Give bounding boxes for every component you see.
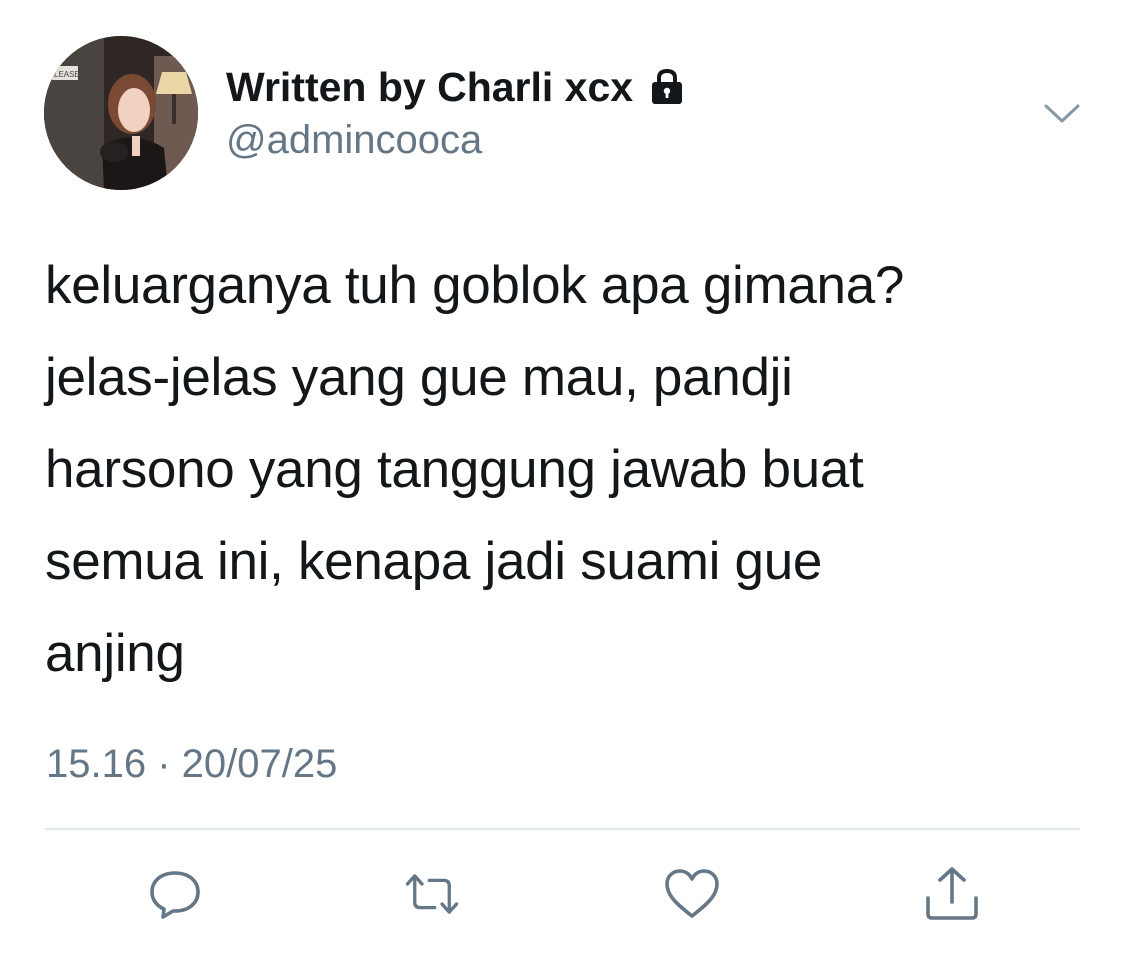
reply-button[interactable]: [145, 864, 205, 924]
like-button[interactable]: [662, 864, 722, 924]
timestamp[interactable]: 15.16 · 20/07/25: [46, 742, 337, 787]
author-name-row: Written by Charli xcx: [226, 62, 687, 112]
display-name[interactable]: Written by Charli xcx: [226, 64, 633, 111]
avatar-sign-text: LEASE: [54, 70, 80, 79]
divider: [45, 828, 1080, 830]
tweet-text-line: jelas-jelas yang gue mau, pandji: [45, 348, 793, 407]
lock-icon: [647, 67, 687, 107]
tweet-text-line: anjing: [45, 624, 185, 683]
share-button[interactable]: [922, 864, 982, 924]
retweet-icon: [405, 874, 459, 914]
chevron-down-icon[interactable]: [1040, 96, 1084, 130]
avatar[interactable]: LEASE: [44, 36, 198, 190]
heart-icon: [665, 869, 719, 918]
tweet-text-line: harsono yang tanggung jawab buat: [45, 440, 864, 499]
retweet-button[interactable]: [402, 864, 462, 924]
reply-icon: [150, 871, 200, 919]
share-icon: [926, 867, 978, 920]
tweet-text: keluarganya tuh goblok apa gimana? jelas…: [45, 240, 1085, 700]
tweet-text-line: keluarganya tuh goblok apa gimana?: [45, 256, 905, 315]
handle[interactable]: @admincooca: [226, 118, 482, 163]
tweet-text-line: semua ini, kenapa jadi suami gue: [45, 532, 823, 591]
avatar-photo: LEASE: [44, 36, 198, 190]
